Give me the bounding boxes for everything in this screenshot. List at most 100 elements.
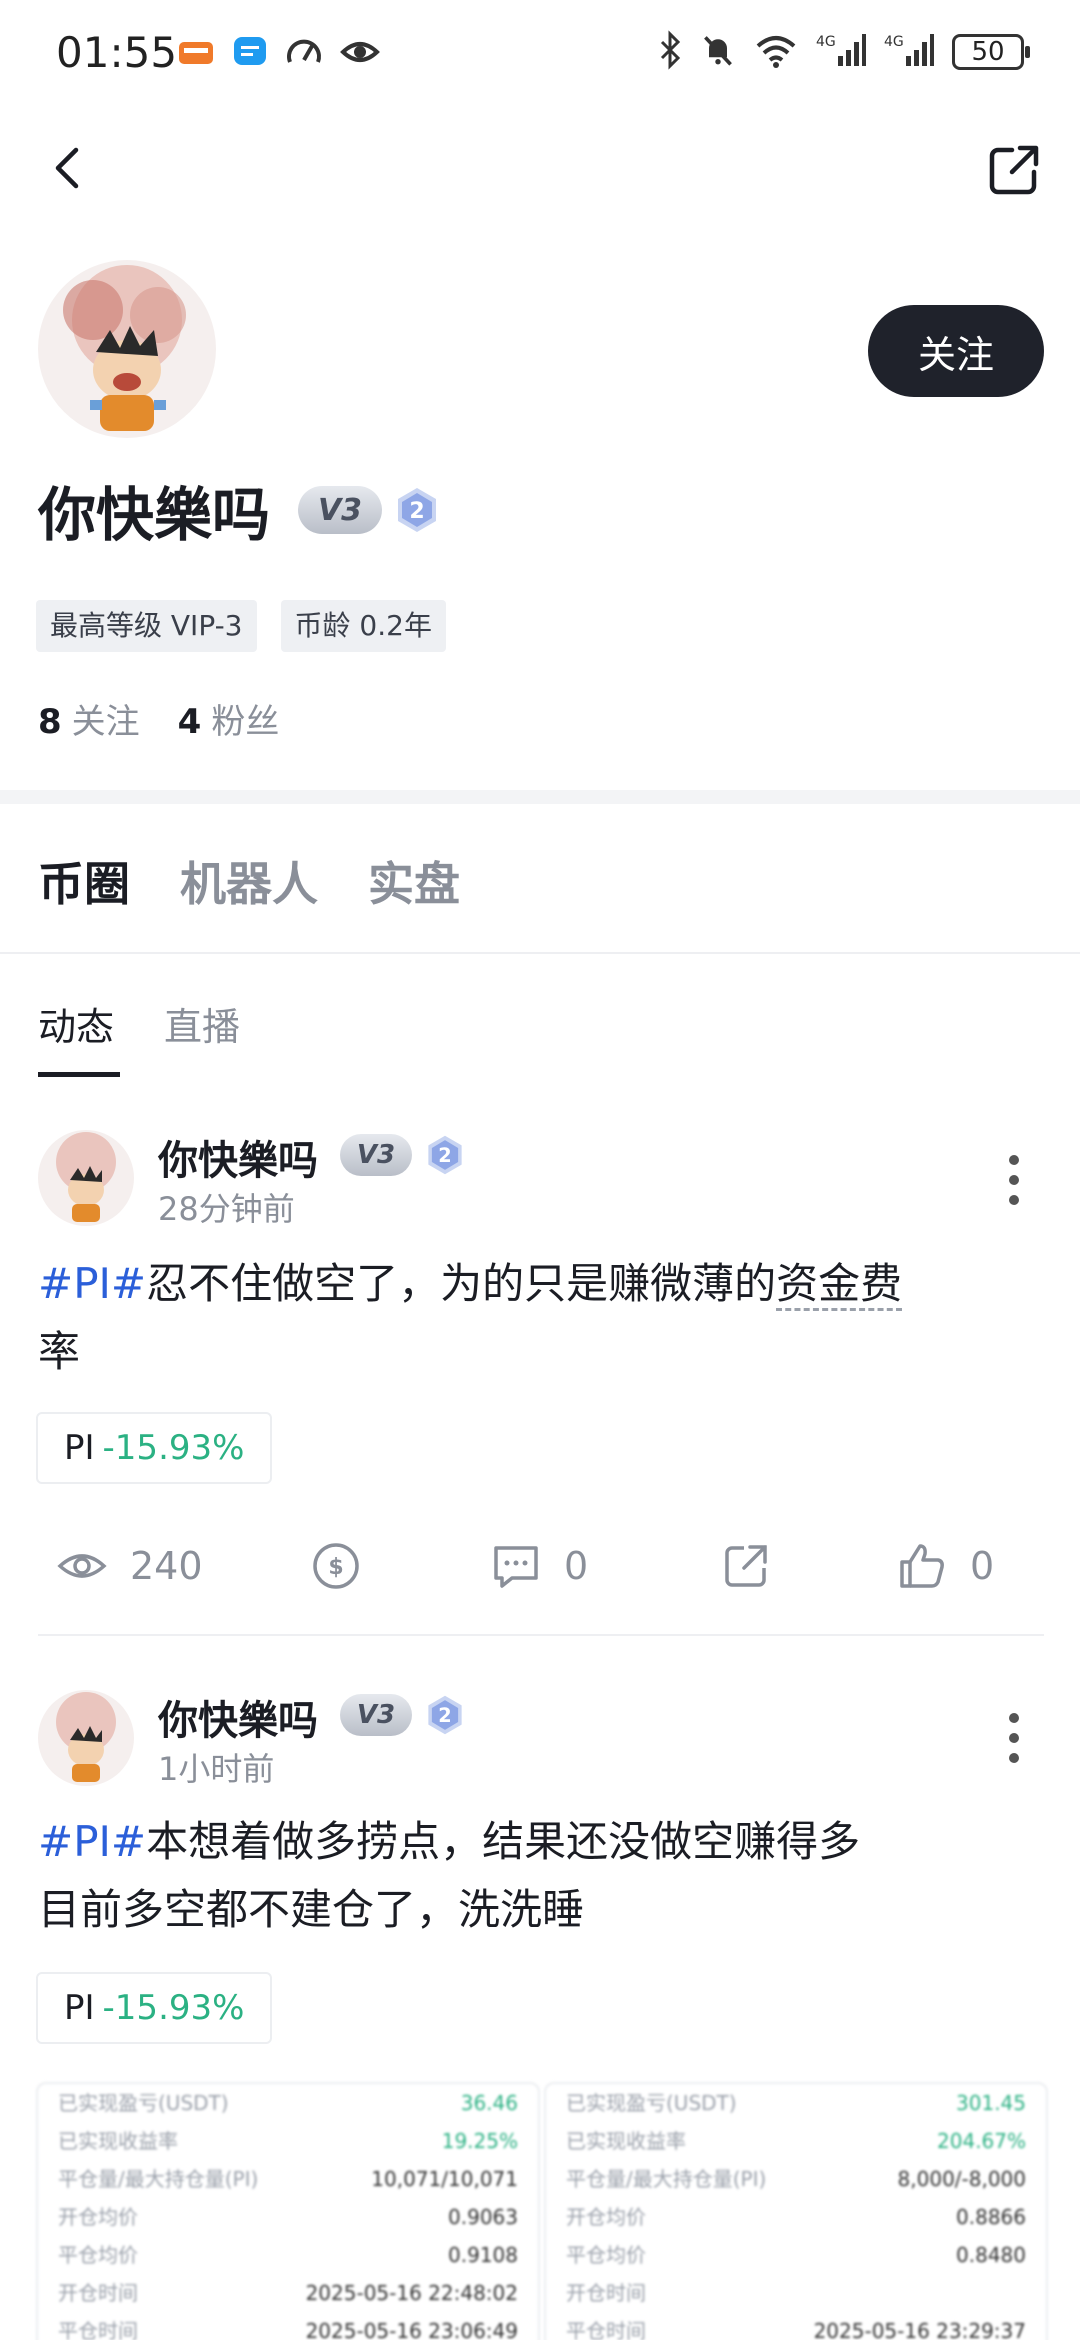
tabs-divider	[0, 952, 1080, 954]
profile-tags: 最高等级 VIP-3 币龄 0.2年	[36, 600, 446, 652]
share-button[interactable]	[984, 140, 1044, 200]
follow-counts: 8 关注 4 粉丝	[38, 694, 279, 743]
trade-row-label: 已实现盈亏(USDT)	[58, 2091, 229, 2115]
more-options-button[interactable]	[1004, 1150, 1024, 1210]
follow-button[interactable]: 关注	[868, 305, 1044, 397]
message-icon	[230, 32, 270, 72]
vip-level-tag: 最高等级 VIP-3	[36, 600, 257, 652]
svg-text:4G: 4G	[884, 34, 904, 50]
level-badge: 2	[396, 486, 438, 534]
hashtag-link[interactable]: #PI#	[38, 1259, 146, 1308]
status-left-icons	[176, 32, 380, 72]
mute-icon	[700, 30, 736, 74]
share-icon	[725, 1545, 767, 1587]
coin-icon: $	[313, 1543, 359, 1589]
post-divider	[38, 1634, 1044, 1636]
wifi-icon	[754, 30, 798, 74]
trade-row-label: 平仓均价	[58, 2243, 138, 2267]
more-options-button[interactable]	[1004, 1708, 1024, 1768]
trade-row-label: 平仓均价	[566, 2243, 646, 2267]
trade-row-value: 204.67%	[937, 2129, 1026, 2153]
post-author[interactable]: 你快樂吗	[158, 1128, 318, 1186]
share-icon	[989, 145, 1039, 195]
svg-text:2: 2	[438, 1144, 451, 1167]
app-notification-icon	[176, 32, 216, 72]
tab-live-trading[interactable]: 实盘	[368, 848, 460, 914]
trade-row: 平仓量/最大持仓量(PI) 8,000/-8,000	[546, 2160, 1046, 2198]
hexagon-badge-icon: 2	[428, 1135, 462, 1175]
post-time: 28分钟前	[158, 1190, 295, 1228]
vip-badge: V3	[340, 1134, 412, 1176]
trade-row-value: 2025-05-16 23:06:49	[305, 2319, 518, 2340]
profile-username: 你快樂吗	[38, 481, 271, 549]
trade-row-label: 开仓时间	[566, 2281, 646, 2305]
term-link[interactable]: 资金费	[776, 1259, 903, 1311]
svg-text:2: 2	[409, 499, 424, 524]
vip-badge: V3	[298, 486, 382, 534]
trade-screenshot[interactable]: 已实现盈亏(USDT) 301.45 已实现收益率 204.67% 平仓量/最大持仓量(…	[544, 2082, 1048, 2340]
hashtag-link[interactable]: #PI#	[38, 1817, 146, 1866]
followers-count[interactable]: 4 粉丝	[178, 694, 280, 743]
trade-row: 已实现盈亏(USDT) 36.46	[38, 2084, 538, 2122]
trade-row: 已实现盈亏(USDT) 301.45	[546, 2084, 1046, 2122]
speed-icon	[284, 32, 324, 72]
trade-screenshot[interactable]: 已实现盈亏(USDT) 36.46 已实现收益率 19.25% 平仓量/最大持仓量(PI…	[36, 2082, 540, 2340]
vip-badge: V3	[340, 1694, 412, 1736]
coin-chip[interactable]: PI -15.93%	[36, 1412, 273, 1484]
trade-row-label: 已实现收益率	[566, 2129, 686, 2153]
thumbs-up-icon	[900, 1544, 944, 1588]
trade-row-label: 平仓量/最大持仓量(PI)	[566, 2167, 767, 2191]
post-author[interactable]: 你快樂吗	[158, 1688, 318, 1746]
post-time: 1小时前	[158, 1750, 275, 1788]
status-bar: 01:55 4G 4G 50	[0, 0, 1080, 110]
share-post-button[interactable]	[720, 1540, 772, 1592]
hexagon-badge-icon: 2	[398, 488, 436, 532]
trade-row-value: 2025-05-16 23:29:37	[813, 2319, 1026, 2340]
back-button[interactable]	[40, 140, 96, 196]
main-tabs: 币圈 机器人 实盘	[38, 848, 460, 914]
coin-chip[interactable]: PI -15.93%	[36, 1972, 273, 2044]
status-right-icons: 4G 4G 50	[658, 30, 1030, 74]
eye-icon	[57, 1554, 107, 1578]
trade-row-value: 19.25%	[441, 2129, 518, 2153]
following-count[interactable]: 8 关注	[38, 694, 140, 743]
trade-row: 已实现收益率 204.67%	[546, 2122, 1046, 2160]
tab-feed[interactable]: 动态	[38, 996, 114, 1051]
svg-text:$: $	[328, 1555, 343, 1580]
trade-row-value: 0.8866	[956, 2205, 1026, 2229]
trade-row: 平仓均价 0.8480	[546, 2236, 1046, 2274]
trade-row: 平仓时间 2025-05-16 23:29:37	[546, 2312, 1046, 2340]
tab-live[interactable]: 直播	[164, 996, 240, 1051]
trade-row-value: 10,071/10,071	[371, 2167, 518, 2191]
trade-row-label: 已实现收益率	[58, 2129, 178, 2153]
svg-text:2: 2	[438, 1704, 451, 1727]
comment-button[interactable]: 0	[490, 1540, 588, 1592]
trade-row-label: 平仓时间	[566, 2319, 646, 2340]
tip-button[interactable]: $	[310, 1540, 362, 1592]
tab-robot[interactable]: 机器人	[180, 848, 318, 914]
like-button[interactable]: 0	[896, 1540, 994, 1592]
trade-row: 开仓时间 2025-05-16 22:48:02	[38, 2274, 538, 2312]
trade-row: 平仓量/最大持仓量(PI) 10,071/10,071	[38, 2160, 538, 2198]
hexagon-badge-icon: 2	[428, 1695, 462, 1735]
chevron-left-icon	[55, 147, 79, 189]
sub-tabs: 动态 直播	[38, 996, 240, 1051]
views-stat: 240	[56, 1540, 203, 1592]
trade-row: 开仓均价 0.8866	[546, 2198, 1046, 2236]
trade-row-value: 36.46	[460, 2091, 518, 2115]
trade-row-value: 301.45	[956, 2091, 1026, 2115]
trade-row-value: 0.9063	[448, 2205, 518, 2229]
more-vertical-icon	[1009, 1713, 1019, 1763]
trade-row-label: 开仓时间	[58, 2281, 138, 2305]
trade-row: 平仓时间 2025-05-16 23:06:49	[38, 2312, 538, 2340]
bluetooth-icon	[658, 30, 682, 74]
trade-row-label: 已实现盈亏(USDT)	[566, 2091, 737, 2115]
trade-row: 已实现收益率 19.25%	[38, 2122, 538, 2160]
trade-row: 平仓均价 0.9108	[38, 2236, 538, 2274]
post-avatar[interactable]	[38, 1690, 134, 1786]
trade-row-value: 0.8480	[956, 2243, 1026, 2267]
tab-coin-circle[interactable]: 币圈	[38, 848, 130, 914]
profile-avatar[interactable]	[38, 260, 216, 438]
trade-row: 开仓均价 0.9063	[38, 2198, 538, 2236]
post-avatar[interactable]	[38, 1130, 134, 1226]
